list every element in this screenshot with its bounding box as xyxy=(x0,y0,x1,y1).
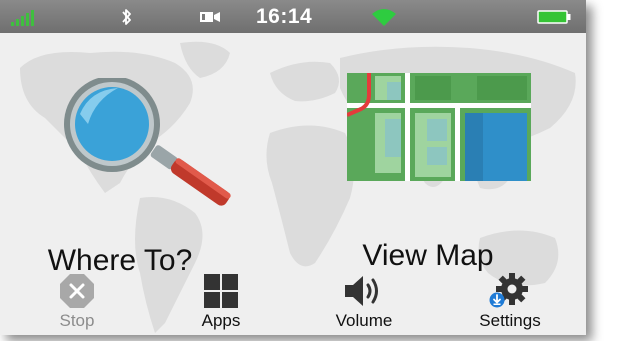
bluetooth-icon xyxy=(120,0,134,33)
volume-label: Volume xyxy=(335,311,393,330)
volume-button[interactable]: Volume xyxy=(309,271,419,335)
stop-icon xyxy=(60,274,94,308)
main-menu: Where To? View Map Stop Apps Volume Sett… xyxy=(0,33,586,335)
speaker-icon xyxy=(345,276,378,306)
camera-icon xyxy=(199,0,221,33)
download-badge-icon xyxy=(489,292,505,308)
apps-grid-icon xyxy=(204,274,238,308)
where-to-button[interactable]: Where To? xyxy=(48,78,250,278)
apps-button[interactable]: Apps xyxy=(166,271,276,335)
view-map-label: View Map xyxy=(362,239,494,272)
magnifier-icon xyxy=(64,78,231,206)
navigator-screen: 16:14 Where To? View Map Stop Apps Volum… xyxy=(0,0,586,335)
view-map-button[interactable]: View Map xyxy=(338,73,538,273)
battery-icon xyxy=(537,0,571,33)
settings-button[interactable]: Settings xyxy=(455,271,565,335)
stop-button[interactable]: Stop xyxy=(22,271,132,335)
stop-label: Stop xyxy=(59,311,95,330)
apps-label: Apps xyxy=(201,311,241,330)
settings-label: Settings xyxy=(479,311,541,330)
wifi-icon xyxy=(371,0,397,33)
status-bar: 16:14 xyxy=(0,0,586,33)
clock: 16:14 xyxy=(256,4,313,28)
signal-bars-icon xyxy=(10,0,40,33)
map-icon xyxy=(347,73,531,181)
